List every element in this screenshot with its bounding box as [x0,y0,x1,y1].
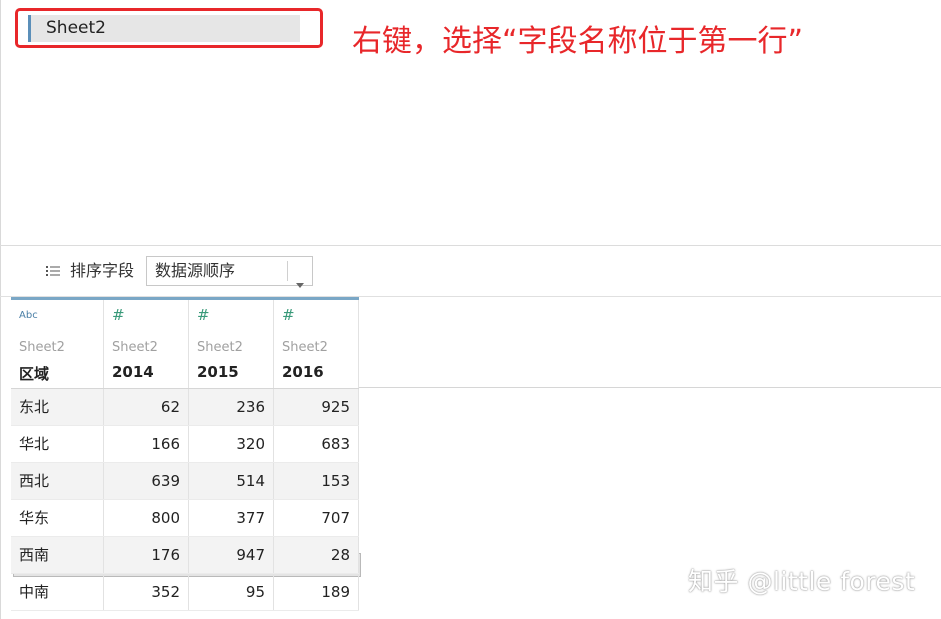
table-cell: 707 [274,500,359,536]
table-cell: 320 [189,426,274,462]
chevron-down-icon [296,269,304,297]
canvas-divider [0,245,941,246]
table-cell: 166 [104,426,189,462]
table-row: 中南 352 95 189 [11,574,359,611]
data-grid: Abc Sheet2 区域 # Sheet2 2014 # Sheet2 201… [11,297,359,611]
column-header-2016[interactable]: # Sheet2 2016 [274,300,359,388]
annotation-text: 右键，选择“字段名称位于第一行” [352,24,804,59]
table-cell: 华北 [11,426,104,462]
table-cell: 28 [274,537,359,573]
column-source: Sheet2 [282,340,328,355]
table-cell: 中南 [11,574,104,610]
table-cell: 800 [104,500,189,536]
table-cell: 236 [189,389,274,425]
sort-order-dropdown[interactable]: 数据源顺序 [146,256,313,288]
grid-header-row: Abc Sheet2 区域 # Sheet2 2014 # Sheet2 201… [11,300,359,389]
number-type-icon[interactable]: # [197,306,210,324]
table-cell: 947 [189,537,274,573]
number-type-icon[interactable]: # [282,306,295,324]
table-cell: 189 [274,574,359,610]
column-field-name: 2014 [112,363,154,381]
table-cell: 377 [189,500,274,536]
table-cell: 925 [274,389,359,425]
string-type-icon[interactable]: Abc [19,310,38,321]
table-cell: 95 [189,574,274,610]
table-cell: 683 [274,426,359,462]
column-header-region[interactable]: Abc Sheet2 区域 [11,300,104,388]
table-cell: 153 [274,463,359,499]
table-row: 西南 176 947 28 [11,537,359,574]
column-field-name: 2016 [282,363,324,381]
table-cell: 352 [104,574,189,610]
table-cell: 华东 [11,500,104,536]
header-divider-extension [359,387,941,388]
watermark: 知乎 @little forest [688,567,916,596]
list-view-icon [46,262,60,281]
list-view-button[interactable] [41,259,65,283]
sheet-highlight-box [15,8,323,48]
column-source: Sheet2 [112,340,158,355]
column-source: Sheet2 [19,340,65,355]
left-border [0,0,1,619]
column-header-2014[interactable]: # Sheet2 2014 [104,300,189,388]
table-row: 华东 800 377 707 [11,500,359,537]
column-field-name: 2015 [197,363,239,381]
table-cell: 176 [104,537,189,573]
table-cell: 东北 [11,389,104,425]
table-cell: 639 [104,463,189,499]
column-source: Sheet2 [197,340,243,355]
table-cell: 西南 [11,537,104,573]
table-cell: 514 [189,463,274,499]
grid-toolbar: 排序字段 数据源顺序 [0,256,941,577]
table-cell: 62 [104,389,189,425]
number-type-icon[interactable]: # [112,306,125,324]
table-row: 西北 639 514 153 [11,463,359,500]
table-row: 东北 62 236 925 [11,389,359,426]
dropdown-separator [287,261,288,281]
column-header-2015[interactable]: # Sheet2 2015 [189,300,274,388]
grid-body: 东北 62 236 925 华北 166 320 683 西北 639 514 … [11,389,359,611]
table-row: 华北 166 320 683 [11,426,359,463]
sort-field-label: 排序字段 [70,261,135,280]
table-cell: 西北 [11,463,104,499]
sort-order-value: 数据源顺序 [155,261,236,280]
column-field-name: 区域 [19,365,50,383]
